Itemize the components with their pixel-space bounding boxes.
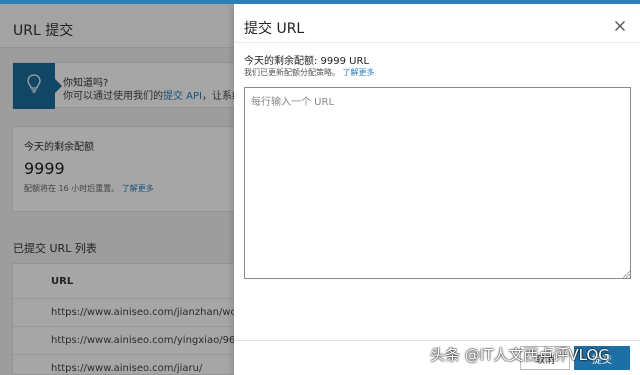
url-input-textarea[interactable] (244, 87, 631, 279)
watermark: 头条 @IT人文西点评VLOG (430, 346, 610, 364)
quota-policy-note: 我们已更新配额分配策略。 了解更多 (244, 67, 375, 78)
panel-footer-divider (234, 340, 640, 341)
panel-title: 提交 URL (244, 21, 305, 37)
top-accent-bar (0, 0, 640, 4)
policy-learn-more-link[interactable]: 了解更多 (343, 68, 375, 77)
close-icon[interactable] (612, 18, 628, 34)
panel-divider (234, 42, 640, 43)
resize-grip-icon[interactable] (622, 270, 630, 278)
submit-url-panel: 提交 URL 今天的剩余配额: 9999 URL 我们已更新配额分配策略。 了解… (234, 4, 640, 375)
remaining-quota-text: 今天的剩余配额: 9999 URL (244, 56, 370, 67)
quota-policy-text: 我们已更新配额分配策略。 (244, 68, 340, 77)
